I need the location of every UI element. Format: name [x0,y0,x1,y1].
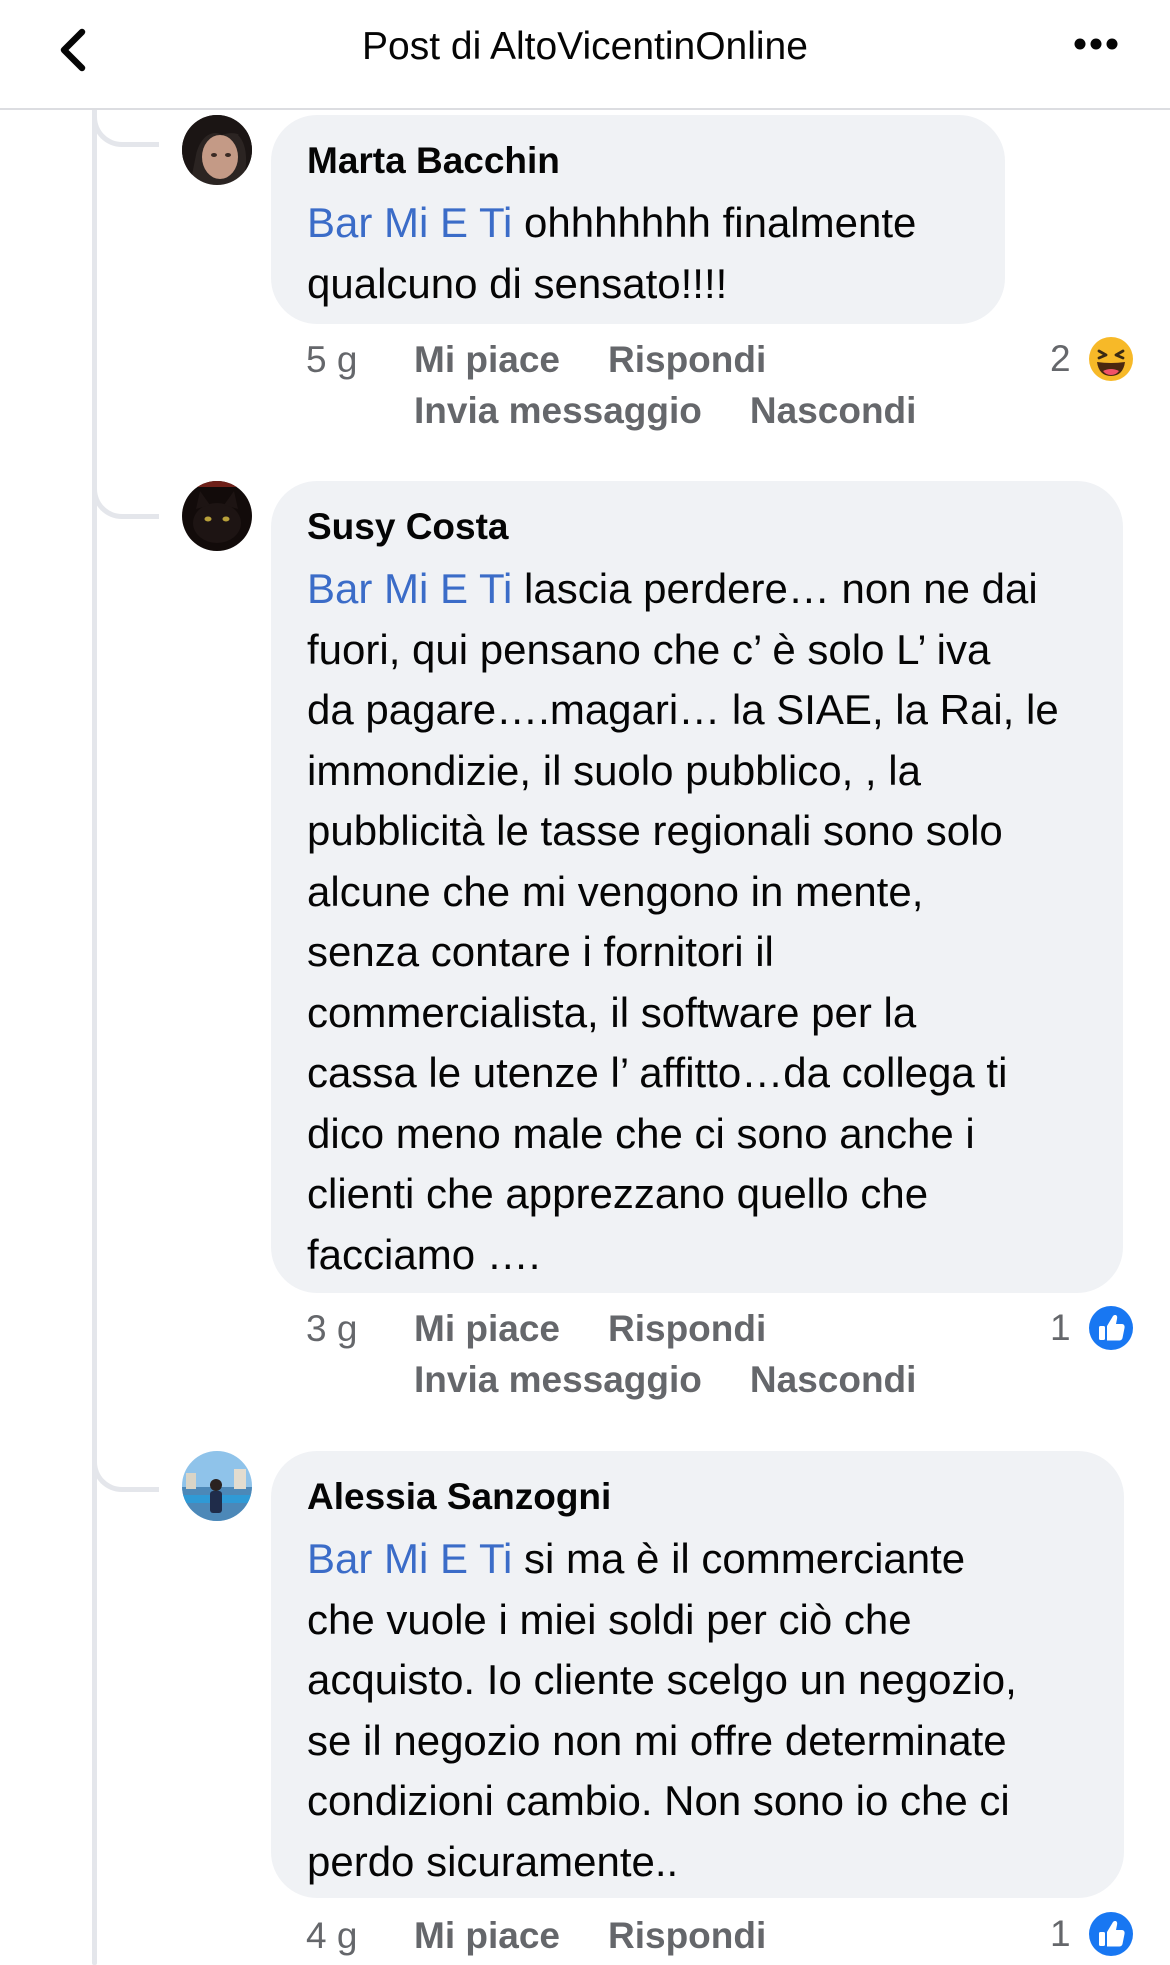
comment-text: Bar Mi E Ti si ma è il commerciante che … [307,1529,1088,1892]
reply-action[interactable]: Rispondi [608,1915,766,1956]
reaction-summary[interactable]: 1 [1040,1909,1140,1963]
comment-author[interactable]: Marta Bacchin [307,139,969,183]
comment-actions: 3 g Mi piace Rispondi Invia messaggio Nasco… [306,1305,964,1404]
reaction-summary[interactable]: 2 [1040,334,1140,388]
hide-action[interactable]: Nascondi [750,390,917,431]
mention-link[interactable]: Bar Mi E Ti [307,1535,512,1582]
comment-bubble: Susy Costa Bar Mi E Ti lascia perdere… n… [271,481,1123,1293]
more-dots-icon [1074,38,1118,50]
comment-actions: 5 g Mi piace Rispondi Invia messaggio Nasco… [306,336,964,435]
mention-link[interactable]: Bar Mi E Ti [307,199,512,246]
reply-action[interactable]: Rispondi [608,339,766,380]
like-action[interactable]: Mi piace [414,339,560,380]
avatar-photo [182,115,252,185]
thread-connector [92,108,159,147]
like-action[interactable]: Mi piace [414,1915,560,1956]
thread-line [92,108,97,1965]
avatar-photo [182,1451,252,1521]
comment-timestamp[interactable]: 4 g [306,1912,414,1960]
reaction-count: 2 [1050,338,1071,379]
avatar[interactable] [182,115,252,185]
comment-text: Bar Mi E Ti lascia perdere… non ne dai f… [307,559,1087,1285]
avatar[interactable] [182,481,252,551]
thread-connector [92,1390,159,1492]
thread-connector [92,470,159,519]
comment-author[interactable]: Alessia Sanzogni [307,1475,1088,1519]
comment-timestamp[interactable]: 5 g [306,336,414,384]
comment-body: si ma è il commerciante che vuole i miei… [307,1535,1017,1885]
like-action[interactable]: Mi piace [414,1308,560,1349]
haha-emoji-icon [1089,337,1133,381]
reply-action[interactable]: Rispondi [608,1308,766,1349]
comment-timestamp[interactable]: 3 g [306,1305,414,1353]
like-thumb-icon [1089,1306,1133,1350]
page-title: Post di AltoVicentinOnline [362,25,808,68]
comment-actions: 4 g Mi piace Rispondi [306,1912,814,1960]
comment-bubble: Alessia Sanzogni Bar Mi E Ti si ma è il … [271,1451,1124,1898]
top-bar: Post di AltoVicentinOnline [0,0,1170,110]
send-message-action[interactable]: Invia messaggio [414,390,702,431]
reaction-count: 1 [1050,1913,1071,1954]
comment-body: lascia perdere… non ne dai fuori, qui pe… [307,565,1059,1278]
avatar-photo [182,481,252,551]
avatar[interactable] [182,1451,252,1521]
comment-author[interactable]: Susy Costa [307,505,1087,549]
comment-bubble: Marta Bacchin Bar Mi E Ti ohhhhhhh final… [271,115,1005,324]
like-thumb-icon [1089,1912,1133,1956]
more-options-button[interactable] [1068,30,1128,60]
hide-action[interactable]: Nascondi [750,1359,917,1400]
comment-text: Bar Mi E Ti ohhhhhhh finalmente qualcuno… [307,193,969,314]
mention-link[interactable]: Bar Mi E Ti [307,565,512,612]
reaction-summary[interactable]: 1 [1040,1303,1140,1357]
send-message-action[interactable]: Invia messaggio [414,1359,702,1400]
reaction-count: 1 [1050,1307,1071,1348]
